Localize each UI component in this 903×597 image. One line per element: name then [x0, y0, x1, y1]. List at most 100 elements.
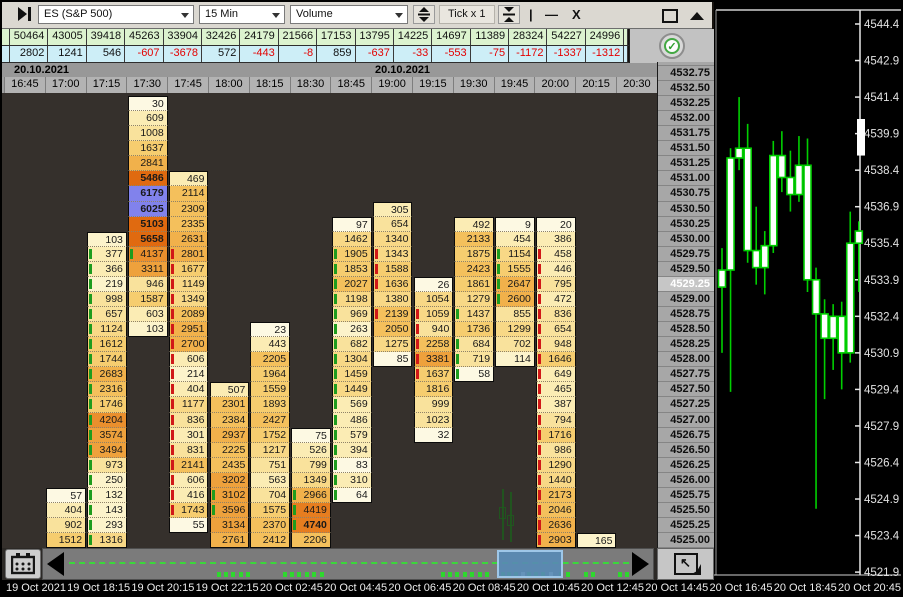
- vertical-line-tool[interactable]: |: [529, 7, 533, 22]
- cluster-cell: 492: [454, 216, 495, 232]
- price-ladder-row: 4526.25: [658, 458, 714, 473]
- period-dropdown[interactable]: 15 Min: [199, 5, 285, 24]
- buy-imbalance-bar: [497, 293, 501, 304]
- price-ladder-row: 4532.25: [658, 96, 714, 112]
- cluster-cell: 103: [87, 231, 127, 247]
- cluster-cell: 2139: [372, 307, 413, 323]
- buy-imbalance-bar: [333, 459, 337, 470]
- price-ladder-row: 4526.00: [658, 473, 714, 488]
- cluster-cell: 469: [168, 171, 209, 187]
- price-axis-label: 4523.4: [864, 531, 900, 543]
- sell-imbalance-bar: [374, 263, 378, 274]
- sell-imbalance-bar: [415, 324, 419, 335]
- cluster-cell: 836: [168, 412, 209, 428]
- buy-imbalance-bar: [456, 339, 460, 350]
- stat-cell: -443: [240, 46, 279, 62]
- cluster-cell: 1736: [454, 322, 495, 338]
- stat-cell: 50464: [10, 29, 49, 45]
- cluster-cell: 4419: [291, 502, 331, 518]
- sell-imbalance-bar: [170, 429, 174, 440]
- tick-size-field[interactable]: Tick x 1: [439, 5, 495, 24]
- price-axis-label: 4527.9: [864, 421, 899, 433]
- price-axis-label: 4542.9: [864, 56, 899, 68]
- stat-cell: 859: [317, 46, 356, 62]
- sell-imbalance-bar: [537, 444, 541, 455]
- stat-cell: -1337: [547, 46, 586, 62]
- candlestick-panel[interactable]: 4544.4 4542.9 4541.4 4539.9 4538.4 4536.9 4535…: [714, 2, 901, 580]
- activity-tick: [618, 572, 622, 577]
- price-axis-label: 4535.4: [864, 238, 900, 250]
- activity-tick: [246, 572, 250, 577]
- time-header-cell: 20:15: [575, 77, 616, 93]
- cluster-cell: 4137: [127, 246, 168, 262]
- reset-view-button[interactable]: ↖: [657, 548, 714, 580]
- chevron-down-icon: [395, 13, 403, 18]
- row-expand-button[interactable]: [498, 5, 520, 24]
- cluster-cell: 526: [291, 442, 331, 458]
- collapse-icon[interactable]: [690, 12, 704, 20]
- cluster-cell: 1349: [291, 472, 331, 488]
- buy-imbalance-bar: [89, 278, 93, 289]
- cluster-cell: 799: [291, 457, 331, 473]
- timeline-label: 20 Oct 14:45: [645, 582, 709, 594]
- cross-tool[interactable]: X: [572, 7, 581, 22]
- cluster-cell: 4204: [87, 412, 127, 428]
- confirm-button[interactable]: ✓: [659, 33, 685, 59]
- cluster-cell: 1462: [331, 231, 372, 247]
- price-axis-label: 4529.4: [864, 384, 900, 396]
- cluster-cell: 563: [250, 472, 291, 488]
- price-axis-label: 4538.4: [864, 165, 900, 177]
- sell-imbalance-bar: [170, 309, 174, 320]
- toolbar: ES (S&P 500) 15 Min Volume Tick x 1 | — …: [2, 2, 712, 29]
- horizontal-line-tool[interactable]: —: [545, 7, 558, 22]
- calendar-button[interactable]: [5, 549, 41, 579]
- date-label-center: 20.10.2021: [375, 64, 431, 76]
- cluster-cell: 1299: [495, 322, 535, 338]
- stat-cell: 14225: [393, 29, 433, 45]
- sell-imbalance-bar: [537, 354, 541, 365]
- source-dropdown[interactable]: Volume: [290, 5, 408, 24]
- cluster-cell: 2412: [250, 533, 291, 548]
- sell-imbalance-bar: [415, 369, 419, 380]
- sell-imbalance-bar: [170, 414, 174, 425]
- sell-imbalance-bar: [537, 489, 541, 500]
- cluster-cell: 2903: [535, 533, 576, 548]
- scroll-right-arrow[interactable]: [632, 552, 649, 576]
- scrollbar-thumb[interactable]: [497, 550, 563, 578]
- stat-cell: 54227: [547, 29, 586, 45]
- play-step-icon[interactable]: [17, 6, 33, 22]
- stat-cell: 28324: [509, 29, 548, 45]
- scroll-left-arrow[interactable]: [47, 552, 64, 576]
- timeline-label: 20 Oct 18:45: [773, 582, 837, 594]
- footprint-cluster-chart[interactable]: 57 404 902 1512 103 377 366 219 998 657 1124 1612 17…: [2, 93, 657, 548]
- stat-cell: 33904: [163, 29, 202, 45]
- price-axis-label: 4532.4: [864, 311, 900, 323]
- sell-imbalance-bar: [170, 354, 174, 365]
- timeline-label: 20 Oct 02:45: [259, 582, 323, 594]
- scrollbar-track[interactable]: [42, 548, 654, 580]
- stat-cell: 32426: [201, 29, 241, 45]
- sell-imbalance-bar: [374, 278, 378, 289]
- stat-cell: -33: [393, 46, 433, 62]
- stat-cell: 2802: [10, 46, 49, 62]
- buy-imbalance-bar: [333, 324, 337, 335]
- cluster-cell: 2435: [209, 457, 250, 473]
- stat-cell: -8: [278, 46, 318, 62]
- stat-cell-partial: [624, 46, 629, 62]
- cluster-cell: 1198: [331, 291, 372, 307]
- cluster-cell: 6179: [127, 186, 168, 202]
- cluster-cell: 2761: [209, 533, 250, 548]
- cluster-cell: 603: [127, 307, 168, 323]
- sell-imbalance-bar: [537, 535, 541, 546]
- cluster-cell: 2301: [209, 397, 250, 413]
- row-compress-button[interactable]: [413, 5, 435, 24]
- cluster-cell: 1816: [413, 382, 454, 398]
- cluster-cell: 103: [127, 322, 168, 338]
- activity-tick: [283, 572, 287, 577]
- symbol-dropdown[interactable]: ES (S&P 500): [38, 5, 194, 24]
- buy-imbalance-bar: [333, 489, 337, 500]
- activity-tick: [485, 572, 489, 577]
- price-ladder-row: 4529.75: [658, 247, 714, 262]
- maximize-icon[interactable]: [662, 9, 678, 23]
- sell-imbalance-bar: [170, 278, 174, 289]
